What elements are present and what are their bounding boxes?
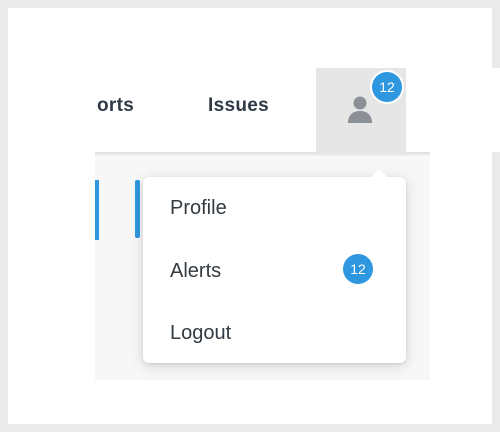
dropdown-caret [370,169,388,178]
top-nav-bar [95,68,500,152]
menu-item-label: Alerts [170,260,222,282]
menu-item-alerts[interactable]: Alerts 12 [143,239,406,299]
menu-item-label: Logout [170,322,232,344]
user-icon [348,96,372,123]
nav-item-reports[interactable]: orts [97,95,134,117]
menu-item-profile[interactable]: Profile [143,177,406,237]
menu-item-label: Profile [170,197,227,219]
active-indicator [135,180,140,238]
content-accent-bar [95,180,99,240]
menu-item-logout[interactable]: Logout [143,301,406,361]
user-dropdown-menu: Profile Alerts 12 Logout [143,177,406,363]
alerts-count-badge: 12 [343,254,373,284]
user-menu-button[interactable]: 12 [316,68,406,154]
nav-item-issues[interactable]: Issues [208,95,269,117]
notification-badge: 12 [372,72,402,102]
